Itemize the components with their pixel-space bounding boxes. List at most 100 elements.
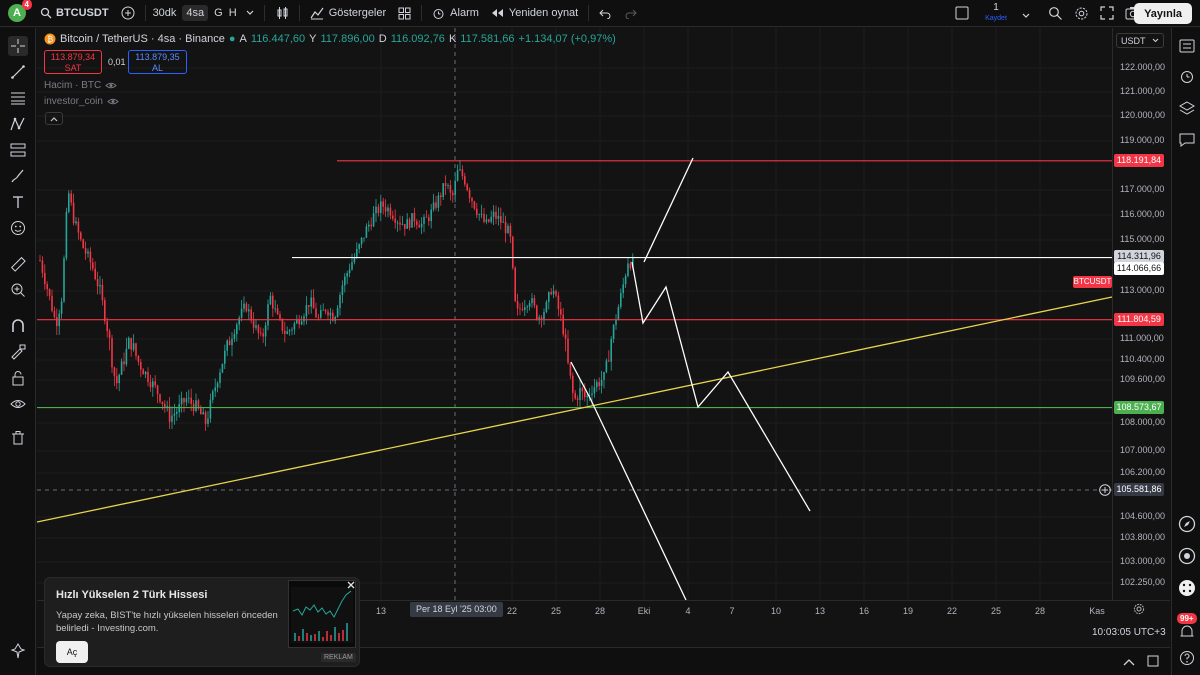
ad-close-button[interactable] bbox=[345, 579, 357, 591]
alerts-panel-button[interactable] bbox=[1177, 66, 1197, 86]
candle-body bbox=[44, 272, 46, 285]
candle-body bbox=[173, 413, 176, 416]
candle-body bbox=[327, 311, 329, 316]
price-level-label: 118.191,84 bbox=[1114, 154, 1164, 168]
candle-body bbox=[406, 219, 408, 229]
candle-body bbox=[622, 284, 624, 294]
timeframe-dropdown[interactable] bbox=[240, 0, 260, 27]
stay-drawing-tool[interactable] bbox=[8, 342, 28, 362]
buy-button[interactable]: 113.879,35 AL bbox=[128, 50, 187, 74]
layouts-button[interactable] bbox=[392, 0, 417, 27]
collapse-panel-button[interactable] bbox=[1123, 657, 1135, 669]
crosshair-tool[interactable] bbox=[8, 36, 28, 56]
save-count: 1 bbox=[993, 2, 999, 13]
top-toolbar: A 4 BTCUSDT 30dk 4sa G H Göstergeler Ala… bbox=[0, 0, 1200, 27]
indicators-button[interactable]: Göstergeler bbox=[304, 0, 392, 27]
sell-button[interactable]: 113.879,34 SAT bbox=[44, 50, 102, 74]
timeframe-1d[interactable]: G bbox=[211, 0, 226, 27]
fullscreen-icon bbox=[1100, 6, 1114, 20]
eye-icon[interactable] bbox=[107, 97, 119, 106]
pattern-tool[interactable] bbox=[8, 114, 28, 134]
emoji-tool[interactable] bbox=[8, 218, 28, 238]
symbol-search[interactable]: BTCUSDT bbox=[34, 0, 115, 27]
hide-drawings-tool[interactable] bbox=[8, 394, 28, 414]
price-level-label: 105.581,86 bbox=[1114, 483, 1164, 497]
layers-button[interactable] bbox=[1177, 98, 1197, 118]
candle-body bbox=[423, 216, 425, 224]
forecast-tool[interactable] bbox=[8, 140, 28, 160]
candle-body bbox=[538, 317, 540, 320]
calendar-button[interactable] bbox=[1177, 578, 1197, 598]
candle-body bbox=[116, 376, 118, 384]
candle-body bbox=[308, 305, 310, 307]
collapse-legend-button[interactable] bbox=[45, 112, 63, 125]
chart-pane[interactable] bbox=[37, 28, 1170, 647]
object-tree-tool[interactable] bbox=[8, 641, 28, 661]
chat-button[interactable] bbox=[1177, 130, 1197, 150]
candle-body bbox=[269, 295, 272, 305]
price-chart[interactable] bbox=[37, 28, 1170, 600]
measure-tool[interactable] bbox=[8, 254, 28, 274]
buy-label: AL bbox=[151, 63, 163, 73]
spread-value: 0,01 bbox=[108, 57, 126, 67]
candle-body bbox=[562, 314, 564, 335]
trendline-icon bbox=[11, 65, 25, 79]
remove-drawings-tool[interactable] bbox=[8, 428, 28, 448]
candle-body bbox=[432, 202, 435, 210]
redo-button[interactable] bbox=[618, 0, 643, 27]
ad-open-button[interactable]: Aç bbox=[56, 641, 88, 663]
candle-body bbox=[567, 338, 569, 363]
timeframe-1w[interactable]: H bbox=[226, 0, 240, 27]
currency-selector[interactable]: USDT bbox=[1116, 33, 1164, 48]
candle-body bbox=[610, 338, 612, 362]
ideas-button[interactable] bbox=[1177, 514, 1197, 534]
settings-button[interactable] bbox=[1074, 6, 1089, 24]
lock-drawings-tool[interactable] bbox=[8, 368, 28, 388]
magnet-tool[interactable] bbox=[8, 316, 28, 336]
indicator-custom[interactable]: investor_coin bbox=[44, 96, 119, 107]
timeframe-30m[interactable]: 30dk bbox=[150, 0, 180, 27]
fullscreen-button[interactable] bbox=[1100, 6, 1114, 23]
candle-body bbox=[207, 418, 209, 424]
grid-icon bbox=[398, 7, 411, 19]
zoom-tool[interactable] bbox=[8, 280, 28, 300]
watchlist-button[interactable] bbox=[1177, 36, 1197, 56]
alarm-button[interactable]: Alarm bbox=[426, 0, 485, 27]
publish-button[interactable]: Yayınla bbox=[1134, 3, 1192, 24]
candle-body bbox=[442, 183, 444, 198]
streams-button[interactable] bbox=[1177, 546, 1197, 566]
undo-button[interactable] bbox=[593, 0, 618, 27]
indicator-volume[interactable]: Hacim · BTC bbox=[44, 80, 117, 91]
save-button[interactable]: 1 Kaydet bbox=[981, 2, 1011, 24]
notifications-button[interactable] bbox=[1177, 622, 1197, 642]
layout-square-button[interactable] bbox=[955, 6, 969, 23]
candle-body bbox=[334, 316, 336, 321]
user-avatar[interactable]: A 4 bbox=[8, 0, 32, 22]
replay-button[interactable]: Yeniden oynat bbox=[485, 0, 584, 27]
brush-tool[interactable] bbox=[8, 166, 28, 186]
chart-type-button[interactable] bbox=[269, 0, 295, 27]
candle-body bbox=[260, 332, 262, 334]
add-symbol-button[interactable] bbox=[115, 0, 141, 27]
fib-tool[interactable] bbox=[8, 88, 28, 108]
trendline-tool[interactable] bbox=[8, 62, 28, 82]
quick-search-button[interactable] bbox=[1048, 6, 1063, 24]
ad-card[interactable]: Hızlı Yükselen 2 Türk Hissesi Yapay zeka… bbox=[44, 577, 360, 667]
candle-body bbox=[243, 303, 245, 309]
text-tool[interactable] bbox=[8, 192, 28, 212]
help-button[interactable] bbox=[1177, 648, 1197, 668]
eye-icon[interactable] bbox=[105, 81, 117, 90]
candle-body bbox=[579, 387, 581, 400]
candle-body bbox=[245, 303, 248, 312]
close-key: K bbox=[448, 33, 457, 45]
maximize-panel-button[interactable] bbox=[1147, 655, 1159, 670]
candle-body bbox=[581, 387, 584, 392]
add-alert-button[interactable] bbox=[1099, 484, 1111, 496]
axis-settings-button[interactable] bbox=[1133, 603, 1145, 618]
candle-body bbox=[204, 412, 207, 424]
timeframe-4h[interactable]: 4sa bbox=[179, 0, 211, 27]
chevron-down-icon bbox=[1022, 13, 1030, 18]
candle-body bbox=[572, 375, 574, 393]
timezone-clock[interactable]: 10:03:05 UTC+3 bbox=[1092, 627, 1166, 638]
save-dropdown[interactable] bbox=[1022, 10, 1030, 22]
